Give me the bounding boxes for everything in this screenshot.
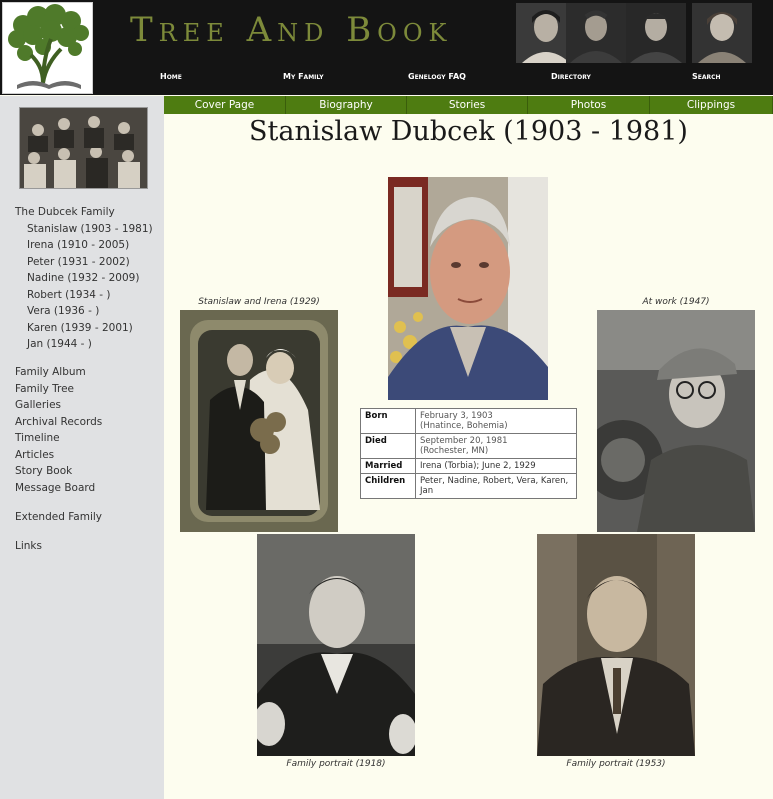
header-portrait-young-man-photo bbox=[626, 3, 686, 63]
nav-search-link[interactable]: Search bbox=[692, 72, 721, 81]
sidebar-links-link[interactable]: Links bbox=[15, 540, 42, 552]
facts-row-married: Married Irena (Torbia); June 2, 1929 bbox=[360, 458, 577, 474]
tab-biography[interactable]: Biography bbox=[286, 96, 407, 114]
wedding-photo[interactable] bbox=[180, 310, 338, 532]
born-place: (Hnatince, Bohemia) bbox=[420, 421, 508, 431]
sidebar-member-vera[interactable]: Vera (1936 - ) bbox=[27, 305, 99, 317]
biography-facts-table: Born February 3, 1903 (Hnatince, Bohemia… bbox=[360, 408, 577, 499]
sidebar-galleries-link[interactable]: Galleries bbox=[15, 399, 61, 411]
wedding-photo-caption: Stanislaw and Irena (1929) bbox=[198, 297, 320, 307]
at-work-photo[interactable] bbox=[597, 310, 755, 532]
sidebar-member-irena[interactable]: Irena (1910 - 2005) bbox=[27, 239, 129, 251]
site-title[interactable]: Tree And Book bbox=[130, 10, 452, 50]
born-date: February 3, 1903 bbox=[420, 411, 493, 421]
children-label: Children bbox=[360, 473, 416, 499]
sidebar-member-nadine[interactable]: Nadine (1932 - 2009) bbox=[27, 272, 139, 284]
at-work-photo-caption: At work (1947) bbox=[642, 297, 710, 307]
sidebar-member-jan[interactable]: Jan (1944 - ) bbox=[27, 338, 92, 350]
family-portrait-1918-caption: Family portrait (1918) bbox=[286, 759, 386, 769]
facts-row-children: Children Peter, Nadine, Robert, Vera, Ka… bbox=[360, 473, 577, 499]
sidebar-story-book-link[interactable]: Story Book bbox=[15, 465, 72, 477]
born-value: February 3, 1903 (Hnatince, Bohemia) bbox=[415, 408, 577, 434]
facts-row-born: Born February 3, 1903 (Hnatince, Bohemia… bbox=[360, 408, 577, 434]
family-portrait-1953-caption: Family portrait (1953) bbox=[566, 759, 666, 769]
died-date: September 20, 1981 bbox=[420, 436, 508, 446]
tab-stories[interactable]: Stories bbox=[407, 96, 528, 114]
header-portrait-man-photo bbox=[566, 3, 626, 63]
page-title: Stanislaw Dubcek (1903 - 1981) bbox=[249, 116, 688, 147]
sidebar-member-stanislaw[interactable]: Stanislaw (1903 - 1981) bbox=[27, 223, 153, 235]
nav-genelogy-faq-link[interactable]: Genelogy FAQ bbox=[408, 72, 466, 81]
married-label: Married bbox=[360, 458, 416, 474]
sidebar-message-board-link[interactable]: Message Board bbox=[15, 482, 95, 494]
nav-home-link[interactable]: Home bbox=[160, 72, 182, 81]
sidebar-timeline-link[interactable]: Timeline bbox=[15, 432, 60, 444]
sidebar-family-heading[interactable]: The Dubcek Family bbox=[15, 206, 115, 218]
sidebar-archival-records-link[interactable]: Archival Records bbox=[15, 416, 102, 428]
sidebar-family-album-link[interactable]: Family Album bbox=[15, 366, 86, 378]
sidebar-extended-family-link[interactable]: Extended Family bbox=[15, 511, 102, 523]
section-tab-bar: Cover Page Biography Stories Photos Clip… bbox=[164, 96, 773, 114]
site-header: Tree And Book Home My Family Genelogy FA… bbox=[0, 0, 773, 95]
married-value: Irena (Torbia); June 2, 1929 bbox=[415, 458, 577, 474]
died-label: Died bbox=[360, 433, 416, 459]
sidebar-member-karen[interactable]: Karen (1939 - 2001) bbox=[27, 322, 133, 334]
tab-photos[interactable]: Photos bbox=[528, 96, 650, 114]
nav-my-family-link[interactable]: My Family bbox=[283, 72, 324, 81]
died-value: September 20, 1981 (Rochester, MN) bbox=[415, 433, 577, 459]
nav-directory-link[interactable]: Directory bbox=[551, 72, 591, 81]
tab-cover-page[interactable]: Cover Page bbox=[164, 96, 286, 114]
died-place: (Rochester, MN) bbox=[420, 446, 489, 456]
tab-clippings[interactable]: Clippings bbox=[650, 96, 773, 114]
sidebar-family-tree-link[interactable]: Family Tree bbox=[15, 383, 74, 395]
born-label: Born bbox=[360, 408, 416, 434]
family-group-photo bbox=[19, 107, 148, 189]
family-portrait-1953-photo[interactable] bbox=[537, 534, 695, 756]
sidebar-member-robert[interactable]: Robert (1934 - ) bbox=[27, 289, 111, 301]
sidebar-member-peter[interactable]: Peter (1931 - 2002) bbox=[27, 256, 130, 268]
sidebar: The Dubcek Family Stanislaw (1903 - 1981… bbox=[0, 96, 164, 799]
sidebar-articles-link[interactable]: Articles bbox=[15, 449, 54, 461]
header-portrait-woman2-photo bbox=[692, 3, 752, 63]
tree-book-logo[interactable] bbox=[2, 2, 93, 94]
facts-row-died: Died September 20, 1981 (Rochester, MN) bbox=[360, 433, 577, 459]
stanislaw-portrait-photo[interactable] bbox=[388, 177, 548, 400]
family-portrait-1918-photo[interactable] bbox=[257, 534, 415, 756]
children-value: Peter, Nadine, Robert, Vera, Karen, Jan bbox=[415, 473, 577, 499]
